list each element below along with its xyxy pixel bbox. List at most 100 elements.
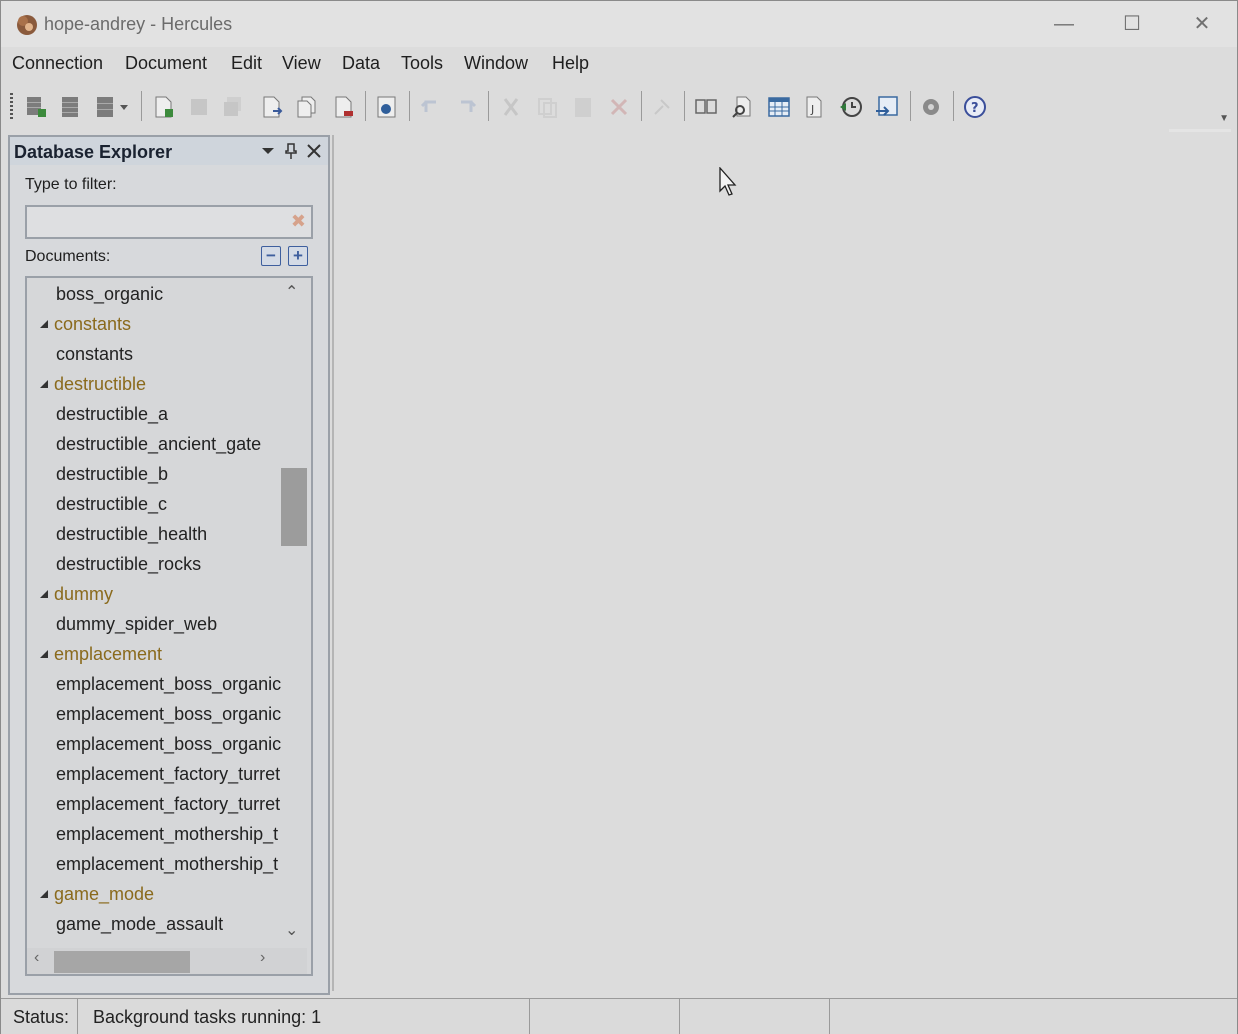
tree-group-node[interactable]: game_mode — [27, 880, 282, 910]
tree-leaf-node[interactable]: emplacement_boss_organic — [27, 730, 282, 760]
menu-connection[interactable]: Connection — [12, 53, 103, 74]
tree-node-label: destructible_rocks — [56, 554, 202, 574]
tree-leaf-node[interactable]: destructible_c — [27, 490, 282, 520]
expand-triangle-icon[interactable] — [40, 650, 48, 658]
tree-leaf-node[interactable]: destructible_b — [27, 460, 282, 490]
tree-leaf-node[interactable]: emplacement_boss_organic — [27, 700, 282, 730]
pin-icon[interactable] — [281, 141, 301, 161]
tree-leaf-node[interactable]: emplacement_boss_organic — [27, 670, 282, 700]
collapse-all-button[interactable]: − — [261, 246, 281, 266]
settings-icon[interactable] — [918, 94, 944, 120]
tree-group-node[interactable]: emplacement — [27, 640, 282, 670]
format-icon[interactable] — [649, 94, 675, 120]
tree-node-label: emplacement_boss_organic — [56, 734, 282, 754]
scroll-down-icon[interactable]: ⌄ — [285, 920, 298, 940]
scroll-left-icon[interactable]: ‹ — [34, 949, 39, 967]
redo-icon[interactable] — [453, 94, 479, 120]
maximize-button[interactable]: ☐ — [1109, 7, 1155, 41]
menu-help[interactable]: Help — [552, 53, 589, 74]
new-connection-icon[interactable] — [23, 94, 49, 120]
copy-icon[interactable] — [534, 94, 560, 120]
menu-tools[interactable]: Tools — [401, 53, 443, 74]
paste-icon[interactable] — [570, 94, 596, 120]
menu-view[interactable]: View — [282, 53, 321, 74]
tree-leaf-node[interactable]: destructible_rocks — [27, 550, 282, 580]
tree-leaf-node[interactable]: destructible_health — [27, 520, 282, 550]
tree-group-node[interactable]: constants — [27, 310, 282, 340]
mouse-cursor-icon — [719, 167, 737, 196]
expand-triangle-icon[interactable] — [40, 320, 48, 328]
tree-leaf-node[interactable]: game_mode_assault — [27, 910, 282, 940]
copy-document-icon[interactable] — [294, 94, 320, 120]
find-replace-icon[interactable] — [729, 94, 755, 120]
toolbar-edge — [1169, 129, 1231, 132]
tree-node-label: constants — [54, 314, 132, 334]
tree-leaf-node[interactable]: destructible_a — [27, 400, 282, 430]
menu-document[interactable]: Document — [125, 53, 207, 74]
tree-leaf-node[interactable]: boss_organic — [27, 280, 282, 310]
expand-all-button[interactable]: + — [288, 246, 308, 266]
horizontal-scrollbar-thumb[interactable] — [54, 951, 190, 973]
new-document-icon[interactable] — [151, 94, 177, 120]
history-icon[interactable] — [838, 94, 864, 120]
panel-title: Database Explorer — [14, 142, 173, 162]
vertical-scrollbar-thumb[interactable] — [281, 468, 307, 546]
table-view-icon[interactable] — [766, 94, 792, 120]
menu-edit[interactable]: Edit — [231, 53, 262, 74]
expand-triangle-icon[interactable] — [40, 890, 48, 898]
script-icon[interactable]: J — [801, 94, 827, 120]
tree-leaf-node[interactable]: emplacement_factory_turret — [27, 760, 282, 790]
toolbar-separator — [910, 91, 911, 121]
toolbar-grip[interactable] — [10, 93, 13, 121]
database-dropdown-icon[interactable] — [94, 94, 134, 120]
tree-group-node[interactable]: dummy — [27, 580, 282, 610]
expand-triangle-icon[interactable] — [40, 590, 48, 598]
minimize-button[interactable]: — — [1041, 7, 1087, 41]
toolbar-separator — [365, 91, 366, 121]
panel-menu-chevron-icon[interactable] — [258, 141, 278, 161]
disconnect-icon[interactable] — [58, 94, 84, 120]
scroll-right-icon[interactable]: › — [260, 949, 265, 967]
tree-node-label: dummy_spider_web — [56, 614, 218, 634]
database-icon[interactable] — [374, 94, 400, 120]
help-icon[interactable]: ? — [962, 94, 988, 120]
open-document-icon[interactable] — [259, 94, 285, 120]
export-icon[interactable] — [874, 94, 900, 120]
compare-icon[interactable] — [693, 94, 719, 120]
expand-triangle-icon[interactable] — [40, 380, 48, 388]
clear-filter-icon[interactable]: ✖ — [291, 211, 306, 232]
hercules-app-icon — [17, 15, 37, 35]
close-document-icon[interactable] — [331, 94, 357, 120]
tree-leaf-node[interactable]: emplacement_mothership_t — [27, 850, 282, 880]
menu-data[interactable]: Data — [342, 53, 380, 74]
filter-input[interactable]: ✖ — [25, 205, 313, 239]
tree-leaf-node[interactable]: destructible_ancient_gate — [27, 430, 282, 460]
tree-node-label: emplacement_boss_organic — [56, 674, 282, 694]
tree-node-label: destructible_b — [56, 464, 169, 484]
close-panel-icon[interactable] — [304, 141, 324, 161]
toolbar-separator — [953, 91, 954, 121]
tree-group-node[interactable]: destructible — [27, 370, 282, 400]
app-window: hope-andrey - Hercules — ☐ ✕ Connection … — [0, 0, 1238, 1034]
undo-icon[interactable] — [418, 94, 444, 120]
status-cell — [530, 999, 680, 1034]
tree-leaf-node[interactable]: emplacement_factory_turret — [27, 790, 282, 820]
save-icon[interactable] — [186, 94, 212, 120]
toolbar-overflow-icon[interactable]: ▼ — [1219, 113, 1229, 124]
delete-icon[interactable] — [606, 94, 632, 120]
close-window-button[interactable]: ✕ — [1179, 7, 1225, 41]
panel-splitter[interactable] — [332, 135, 334, 991]
tree-leaf-node[interactable]: emplacement_mothership_t — [27, 820, 282, 850]
tree-node-label: game_mode — [54, 884, 155, 904]
tree-leaf-node[interactable]: dummy_spider_web — [27, 610, 282, 640]
status-text-cell: Background tasks running: 1 — [78, 999, 530, 1034]
horizontal-scrollbar[interactable]: ‹ › — [27, 948, 307, 974]
tree-node-label: destructible_a — [56, 404, 169, 424]
tree-node-label: destructible_health — [56, 524, 208, 544]
menu-window[interactable]: Window — [464, 53, 528, 74]
status-bar: Status: Background tasks running: 1 — [1, 998, 1237, 1034]
save-all-icon[interactable] — [221, 94, 247, 120]
tree-leaf-node[interactable]: constants — [27, 340, 282, 370]
scroll-up-icon[interactable]: ⌃ — [285, 282, 298, 302]
cut-icon[interactable] — [498, 94, 524, 120]
